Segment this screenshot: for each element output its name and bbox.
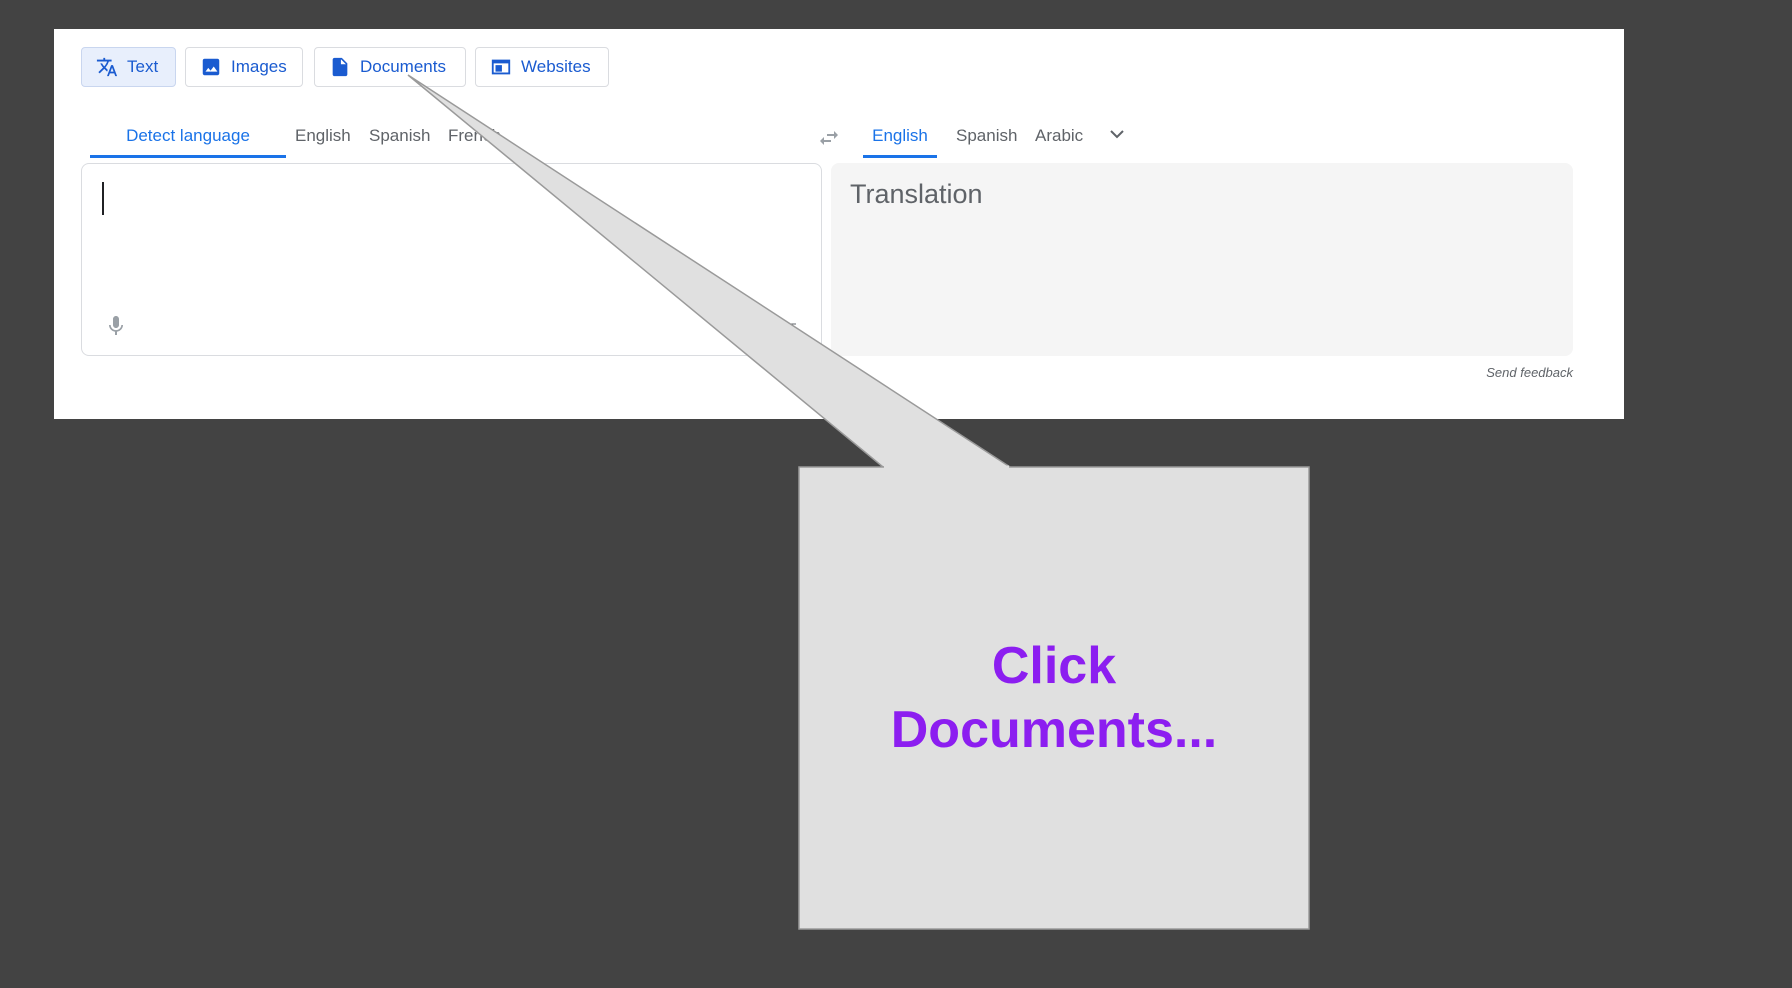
callout-pointer <box>407 74 1013 468</box>
callout-instruction: Click Documents... <box>799 467 1309 929</box>
callout-line-2: Documents... <box>890 701 1218 759</box>
callout-line-1: Click <box>991 637 1117 695</box>
